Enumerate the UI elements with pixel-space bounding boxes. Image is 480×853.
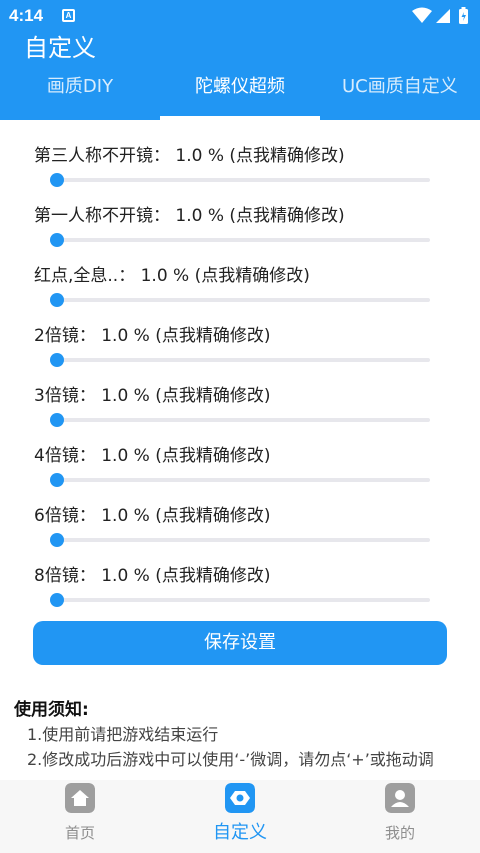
app-bar: 4:14 A 自定义 画质DIY 陀螺仪超频 UC画质自定义	[0, 0, 480, 120]
wifi-icon	[412, 7, 432, 23]
slider-track	[52, 418, 430, 422]
nav-item-home[interactable]: 首页	[0, 780, 160, 853]
slider-thumb[interactable]	[50, 593, 64, 607]
slider-4x-scope[interactable]	[46, 472, 430, 488]
setting-label-6x-scope[interactable]: 6倍镜： 1.0 % (点我精确修改)	[34, 501, 270, 526]
slider-track	[52, 298, 430, 302]
slider-thumb[interactable]	[50, 353, 64, 367]
nav-item-profile[interactable]: 我的	[320, 780, 480, 853]
slider-track	[52, 598, 430, 602]
slider-track	[52, 358, 430, 362]
home-icon	[65, 783, 95, 813]
tab-uc-image-quality[interactable]: UC画质自定义	[320, 68, 480, 120]
status-time: 4:14	[9, 6, 44, 25]
nav-label-home: 首页	[64, 824, 95, 842]
slider-track	[52, 478, 430, 482]
nav-item-customize[interactable]: 自定义	[160, 780, 320, 853]
save-settings-button[interactable]: 保存设置	[33, 621, 447, 665]
nav-label-customize: 自定义	[213, 822, 267, 843]
profile-icon	[385, 783, 415, 813]
notification-icon: A	[62, 9, 75, 22]
slider-thumb[interactable]	[50, 473, 64, 487]
slider-track	[52, 238, 430, 242]
slider-red-dot[interactable]	[46, 292, 430, 308]
slider-first-person[interactable]	[46, 232, 430, 248]
setting-label-third-person[interactable]: 第三人称不开镜： 1.0 % (点我精确修改)	[34, 141, 345, 166]
bottom-navigation: 首页 自定义 我的	[0, 780, 480, 853]
tab-image-quality-diy[interactable]: 画质DIY	[0, 68, 160, 120]
notice-line-2: 2.修改成功后游戏中可以使用‘-’微调，请勿点‘+’或拖动调	[27, 750, 434, 769]
slider-track	[52, 538, 430, 542]
customize-icon	[225, 783, 255, 813]
slider-thumb[interactable]	[50, 173, 64, 187]
nav-label-profile: 我的	[384, 824, 415, 842]
setting-label-red-dot[interactable]: 红点,全息..： 1.0 % (点我精确修改)	[34, 261, 310, 286]
setting-label-2x-scope[interactable]: 2倍镜： 1.0 % (点我精确修改)	[34, 321, 270, 346]
setting-label-3x-scope[interactable]: 3倍镜： 1.0 % (点我精确修改)	[34, 381, 270, 406]
signal-icon	[436, 9, 450, 23]
slider-third-person[interactable]	[46, 172, 430, 188]
slider-thumb[interactable]	[50, 233, 64, 247]
notice-line-1: 1.使用前请把游戏结束运行	[27, 725, 219, 744]
slider-2x-scope[interactable]	[46, 352, 430, 368]
slider-track	[52, 178, 430, 182]
page-title: 自定义	[24, 34, 96, 62]
notice-title: 使用须知:	[14, 700, 89, 720]
tab-bar: 画质DIY 陀螺仪超频 UC画质自定义	[0, 68, 480, 120]
setting-label-8x-scope[interactable]: 8倍镜： 1.0 % (点我精确修改)	[34, 561, 270, 586]
status-icons	[412, 7, 468, 24]
setting-label-first-person[interactable]: 第一人称不开镜： 1.0 % (点我精确修改)	[34, 201, 345, 226]
slider-thumb[interactable]	[50, 293, 64, 307]
tab-gyroscope-overclock[interactable]: 陀螺仪超频	[160, 68, 320, 120]
slider-thumb[interactable]	[50, 533, 64, 547]
slider-thumb[interactable]	[50, 413, 64, 427]
slider-6x-scope[interactable]	[46, 532, 430, 548]
slider-3x-scope[interactable]	[46, 412, 430, 428]
slider-8x-scope[interactable]	[46, 592, 430, 608]
setting-label-4x-scope[interactable]: 4倍镜： 1.0 % (点我精确修改)	[34, 441, 270, 466]
